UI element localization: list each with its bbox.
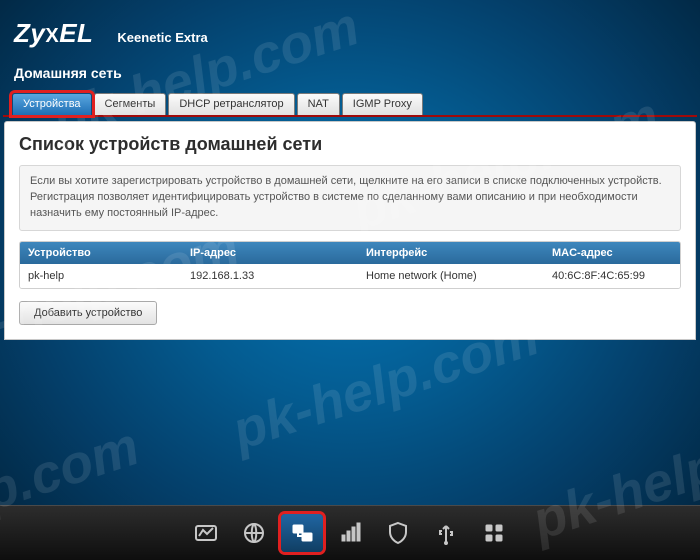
cell-iface: Home network (Home) (358, 264, 544, 288)
table-row[interactable]: pk-help 192.168.1.33 Home network (Home)… (20, 264, 680, 288)
col-iface: Интерфейс (358, 242, 544, 264)
dashboard-icon[interactable] (185, 514, 227, 552)
cell-mac: 40:6C:8F:4C:65:99 (544, 264, 680, 288)
brand-logo: ZyXEL (14, 18, 93, 49)
tab-bar: Устройства Сегменты DHCP ретранслятор NA… (0, 93, 700, 115)
wifi-icon[interactable] (329, 514, 371, 552)
network-icon[interactable] (281, 514, 323, 552)
shield-icon[interactable] (377, 514, 419, 552)
panel-heading: Список устройств домашней сети (19, 134, 681, 155)
col-ip: IP-адрес (182, 242, 358, 264)
model-name: Keenetic Extra (117, 30, 207, 45)
add-device-button[interactable]: Добавить устройство (19, 301, 157, 325)
info-box: Если вы хотите зарегистрировать устройст… (19, 165, 681, 231)
tab-segments[interactable]: Сегменты (94, 93, 167, 115)
cell-ip: 192.168.1.33 (182, 264, 358, 288)
usb-icon[interactable] (425, 514, 467, 552)
tab-devices[interactable]: Устройства (12, 93, 92, 115)
tab-igmp-proxy[interactable]: IGMP Proxy (342, 93, 423, 115)
tab-nat[interactable]: NAT (297, 93, 340, 115)
devices-table: Устройство IP-адрес Интерфейс MAC-адрес … (19, 241, 681, 289)
col-mac: MAC-адрес (544, 242, 680, 264)
table-header: Устройство IP-адрес Интерфейс MAC-адрес (20, 242, 680, 264)
content-panel: Список устройств домашней сети Если вы х… (4, 121, 696, 340)
bottom-nav (0, 505, 700, 560)
section-title: Домашняя сеть (0, 55, 700, 93)
tab-dhcp-relay[interactable]: DHCP ретранслятор (168, 93, 294, 115)
tab-underline (3, 115, 697, 117)
apps-icon[interactable] (473, 514, 515, 552)
col-device: Устройство (20, 242, 182, 264)
cell-device: pk-help (20, 264, 182, 288)
globe-icon[interactable] (233, 514, 275, 552)
